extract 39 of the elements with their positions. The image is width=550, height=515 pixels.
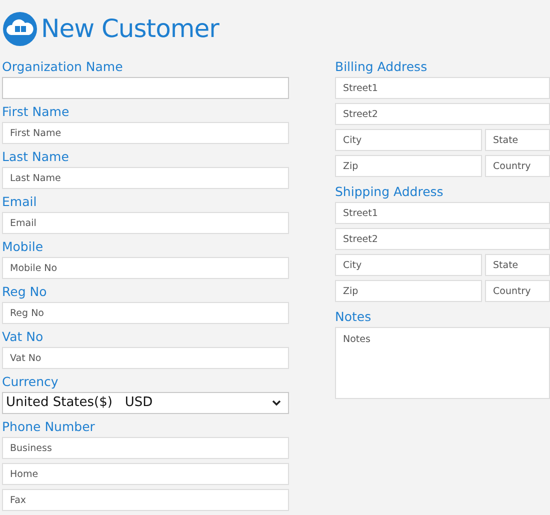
input-field[interactable]: Street1 [335,77,550,99]
input-field[interactable]: Country [485,155,550,177]
field-label: First Name [2,103,70,121]
input-field[interactable]: Business [2,437,289,459]
input-field[interactable]: Street2 [335,103,550,125]
field-label: Mobile [2,238,44,256]
field-label: Billing Address [335,58,428,76]
input-field[interactable]: Zip [335,155,482,177]
input-field[interactable]: State [485,254,550,276]
field-label: Currency [2,373,58,391]
input-field[interactable]: Zip [335,280,482,302]
input-field[interactable]: First Name [2,122,289,144]
input-field[interactable] [2,77,289,99]
notes-field[interactable]: Notes [335,327,550,399]
field-label: Shipping Address [335,183,444,201]
field-label: Last Name [2,148,69,166]
input-field[interactable]: Street1 [335,202,550,224]
input-field[interactable]: Reg No [2,302,289,324]
input-field[interactable]: Email [2,212,289,234]
field-label: Organization Name [2,58,123,76]
page-title: New Customer [41,13,219,46]
input-field[interactable]: Vat No [2,347,289,369]
field-label: Email [2,193,37,211]
input-field[interactable]: Mobile No [2,257,289,279]
field-label: Phone Number [2,418,95,436]
input-field[interactable]: Country [485,280,550,302]
currency-select[interactable]: United States($) USD [2,392,289,414]
input-field[interactable]: State [485,129,550,151]
chevron-down-icon [272,400,281,406]
field-label: Reg No [2,283,47,301]
input-field[interactable]: City [335,129,482,151]
field-label: Notes [335,308,372,326]
input-field[interactable]: Street2 [335,228,550,250]
logo-icon [3,12,37,46]
input-field[interactable]: Fax [2,489,289,511]
input-field[interactable]: Last Name [2,167,289,189]
field-label: Vat No [2,328,44,346]
input-field[interactable]: Home [2,463,289,485]
input-field[interactable]: City [335,254,482,276]
